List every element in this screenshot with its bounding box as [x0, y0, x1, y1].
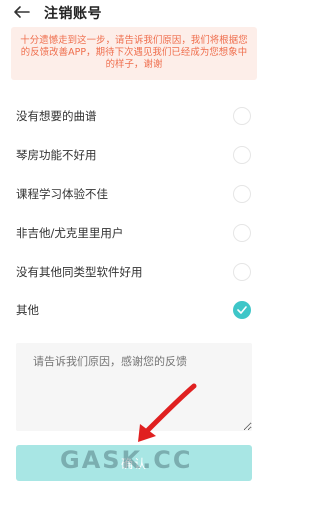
- radio-button[interactable]: [233, 146, 251, 165]
- radio-button[interactable]: [233, 223, 251, 242]
- check-icon: [237, 306, 247, 315]
- top-bar: 注销账号: [0, 0, 268, 26]
- reason-option-no-sheet-music[interactable]: 没有想要的曲谱: [0, 97, 268, 136]
- reason-option-practice-room[interactable]: 琴房功能不好用: [0, 136, 268, 175]
- reason-label: 其他: [16, 303, 39, 318]
- reason-option-other-apps-better[interactable]: 没有其他同类型软件好用: [0, 252, 268, 291]
- reason-option-course-experience[interactable]: 课程学习体验不佳: [0, 175, 268, 214]
- notice-text: 十分遗憾走到这一步，请告诉我们原因，我们将根据您的反馈改善APP，期待下次遇见我…: [20, 35, 248, 70]
- reason-label: 没有想要的曲谱: [16, 109, 97, 124]
- reason-list: 没有想要的曲谱 琴房功能不好用 课程学习体验不佳 非吉他/尤克里里用户 没有其他…: [0, 97, 268, 330]
- radio-button[interactable]: [233, 107, 251, 126]
- reason-option-other[interactable]: 其他: [0, 291, 268, 330]
- reason-label: 没有其他同类型软件好用: [16, 264, 143, 279]
- notice-banner: 十分遗憾走到这一步，请告诉我们原因，我们将根据您的反馈改善APP，期待下次遇见我…: [11, 27, 257, 80]
- radio-button-checked[interactable]: [233, 301, 251, 320]
- reason-option-not-guitar-user[interactable]: 非吉他/尤克里里用户: [0, 213, 268, 252]
- feedback-input[interactable]: [16, 343, 252, 431]
- radio-button[interactable]: [233, 262, 251, 281]
- confirm-button[interactable]: 确认: [16, 445, 252, 481]
- reason-label: 课程学习体验不佳: [16, 186, 108, 201]
- confirm-label: 确认: [120, 456, 147, 471]
- back-arrow-icon[interactable]: [12, 3, 32, 21]
- reason-label: 琴房功能不好用: [16, 148, 97, 163]
- page-title: 注销账号: [44, 6, 102, 22]
- reason-label: 非吉他/尤克里里用户: [16, 225, 124, 240]
- radio-button[interactable]: [233, 184, 251, 203]
